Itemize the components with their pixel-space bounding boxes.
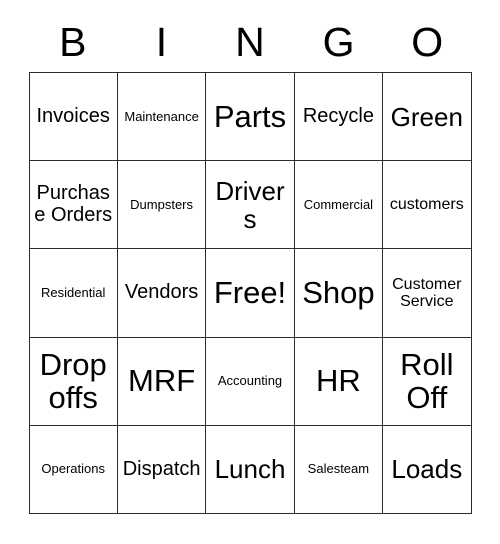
bingo-header-letter-b: B — [59, 18, 87, 65]
bingo-cell-label: Commercial — [303, 196, 374, 212]
bingo-grid: Invoices Maintenance Parts Recycle Green… — [28, 72, 472, 514]
bingo-cell-label: HR — [316, 363, 361, 399]
bingo-cell-i1[interactable]: Maintenance — [117, 73, 207, 162]
bingo-cell-o5[interactable]: Loads — [383, 425, 472, 514]
bingo-cell-label: Shop — [302, 275, 375, 311]
bingo-cell-label: Vendors — [124, 281, 199, 304]
bingo-cell-b3[interactable]: Residential — [29, 249, 118, 338]
bingo-cell-label: Parts — [213, 98, 287, 134]
bingo-cell-label: Recycle — [302, 104, 374, 127]
bingo-cell-o1[interactable]: Green — [383, 73, 472, 162]
bingo-cell-label: Dispatch — [122, 457, 201, 480]
bingo-cell-label: Green — [390, 101, 463, 132]
bingo-cell-g5[interactable]: Salesteam — [294, 425, 384, 514]
bingo-cell-i5[interactable]: Dispatch — [117, 425, 207, 514]
bingo-cell-n4[interactable]: Accounting — [206, 337, 295, 426]
bingo-header-letter-n: N — [235, 18, 265, 65]
bingo-cell-label: Drop offs — [39, 346, 107, 416]
bingo-cell-label: Operations — [41, 461, 105, 477]
bingo-header-letter-g: G — [322, 18, 355, 65]
bingo-card: B I N G O Invoices Maintenance Parts Rec… — [0, 0, 500, 544]
bingo-cell-label: Accounting — [217, 373, 283, 389]
bingo-cell-g4[interactable]: HR — [294, 337, 384, 426]
bingo-cell-label: Dumpsters — [130, 196, 194, 212]
bingo-cell-i3[interactable]: Vendors — [117, 249, 207, 338]
bingo-cell-free-space[interactable]: Free! — [206, 249, 295, 338]
bingo-cell-o2[interactable]: customers — [383, 161, 472, 250]
bingo-cell-label: Maintenance — [124, 108, 199, 124]
bingo-cell-label: customers — [389, 196, 464, 214]
bingo-cell-b5[interactable]: Operations — [29, 425, 118, 514]
bingo-cell-i2[interactable]: Dumpsters — [117, 161, 207, 250]
bingo-cell-n2[interactable]: Drivers — [206, 161, 295, 250]
bingo-header-letter-o: O — [411, 18, 444, 65]
bingo-cell-o3[interactable]: Customer Service — [383, 249, 472, 338]
bingo-cell-b4[interactable]: Drop offs — [29, 337, 118, 426]
bingo-cell-label: Purchase Orders — [34, 182, 113, 226]
bingo-cell-label: Customer Service — [392, 275, 462, 310]
bingo-cell-g2[interactable]: Commercial — [294, 161, 384, 250]
bingo-cell-n5[interactable]: Lunch — [206, 425, 295, 514]
bingo-header-row: B I N G O — [29, 0, 472, 72]
bingo-cell-o4[interactable]: Roll Off — [383, 337, 472, 426]
bingo-cell-b1[interactable]: Invoices — [29, 73, 118, 162]
bingo-cell-g1[interactable]: Recycle — [294, 73, 384, 162]
bingo-cell-n1[interactable]: Parts — [206, 73, 295, 162]
bingo-cell-label: Roll Off — [400, 346, 454, 416]
bingo-cell-label: Invoices — [36, 104, 110, 127]
bingo-cell-g3[interactable]: Shop — [294, 249, 384, 338]
bingo-cell-label: MRF — [128, 363, 196, 399]
bingo-cell-label: Drivers — [215, 175, 285, 234]
bingo-cell-label: Free! — [213, 275, 287, 311]
bingo-cell-label: Loads — [391, 454, 463, 485]
bingo-cell-label: Lunch — [214, 454, 286, 485]
bingo-cell-b2[interactable]: Purchase Orders — [29, 161, 118, 250]
bingo-cell-label: Salesteam — [307, 461, 370, 477]
bingo-header-letter-i: I — [155, 18, 168, 65]
bingo-cell-i4[interactable]: MRF — [117, 337, 207, 426]
bingo-cell-label: Residential — [41, 284, 106, 300]
